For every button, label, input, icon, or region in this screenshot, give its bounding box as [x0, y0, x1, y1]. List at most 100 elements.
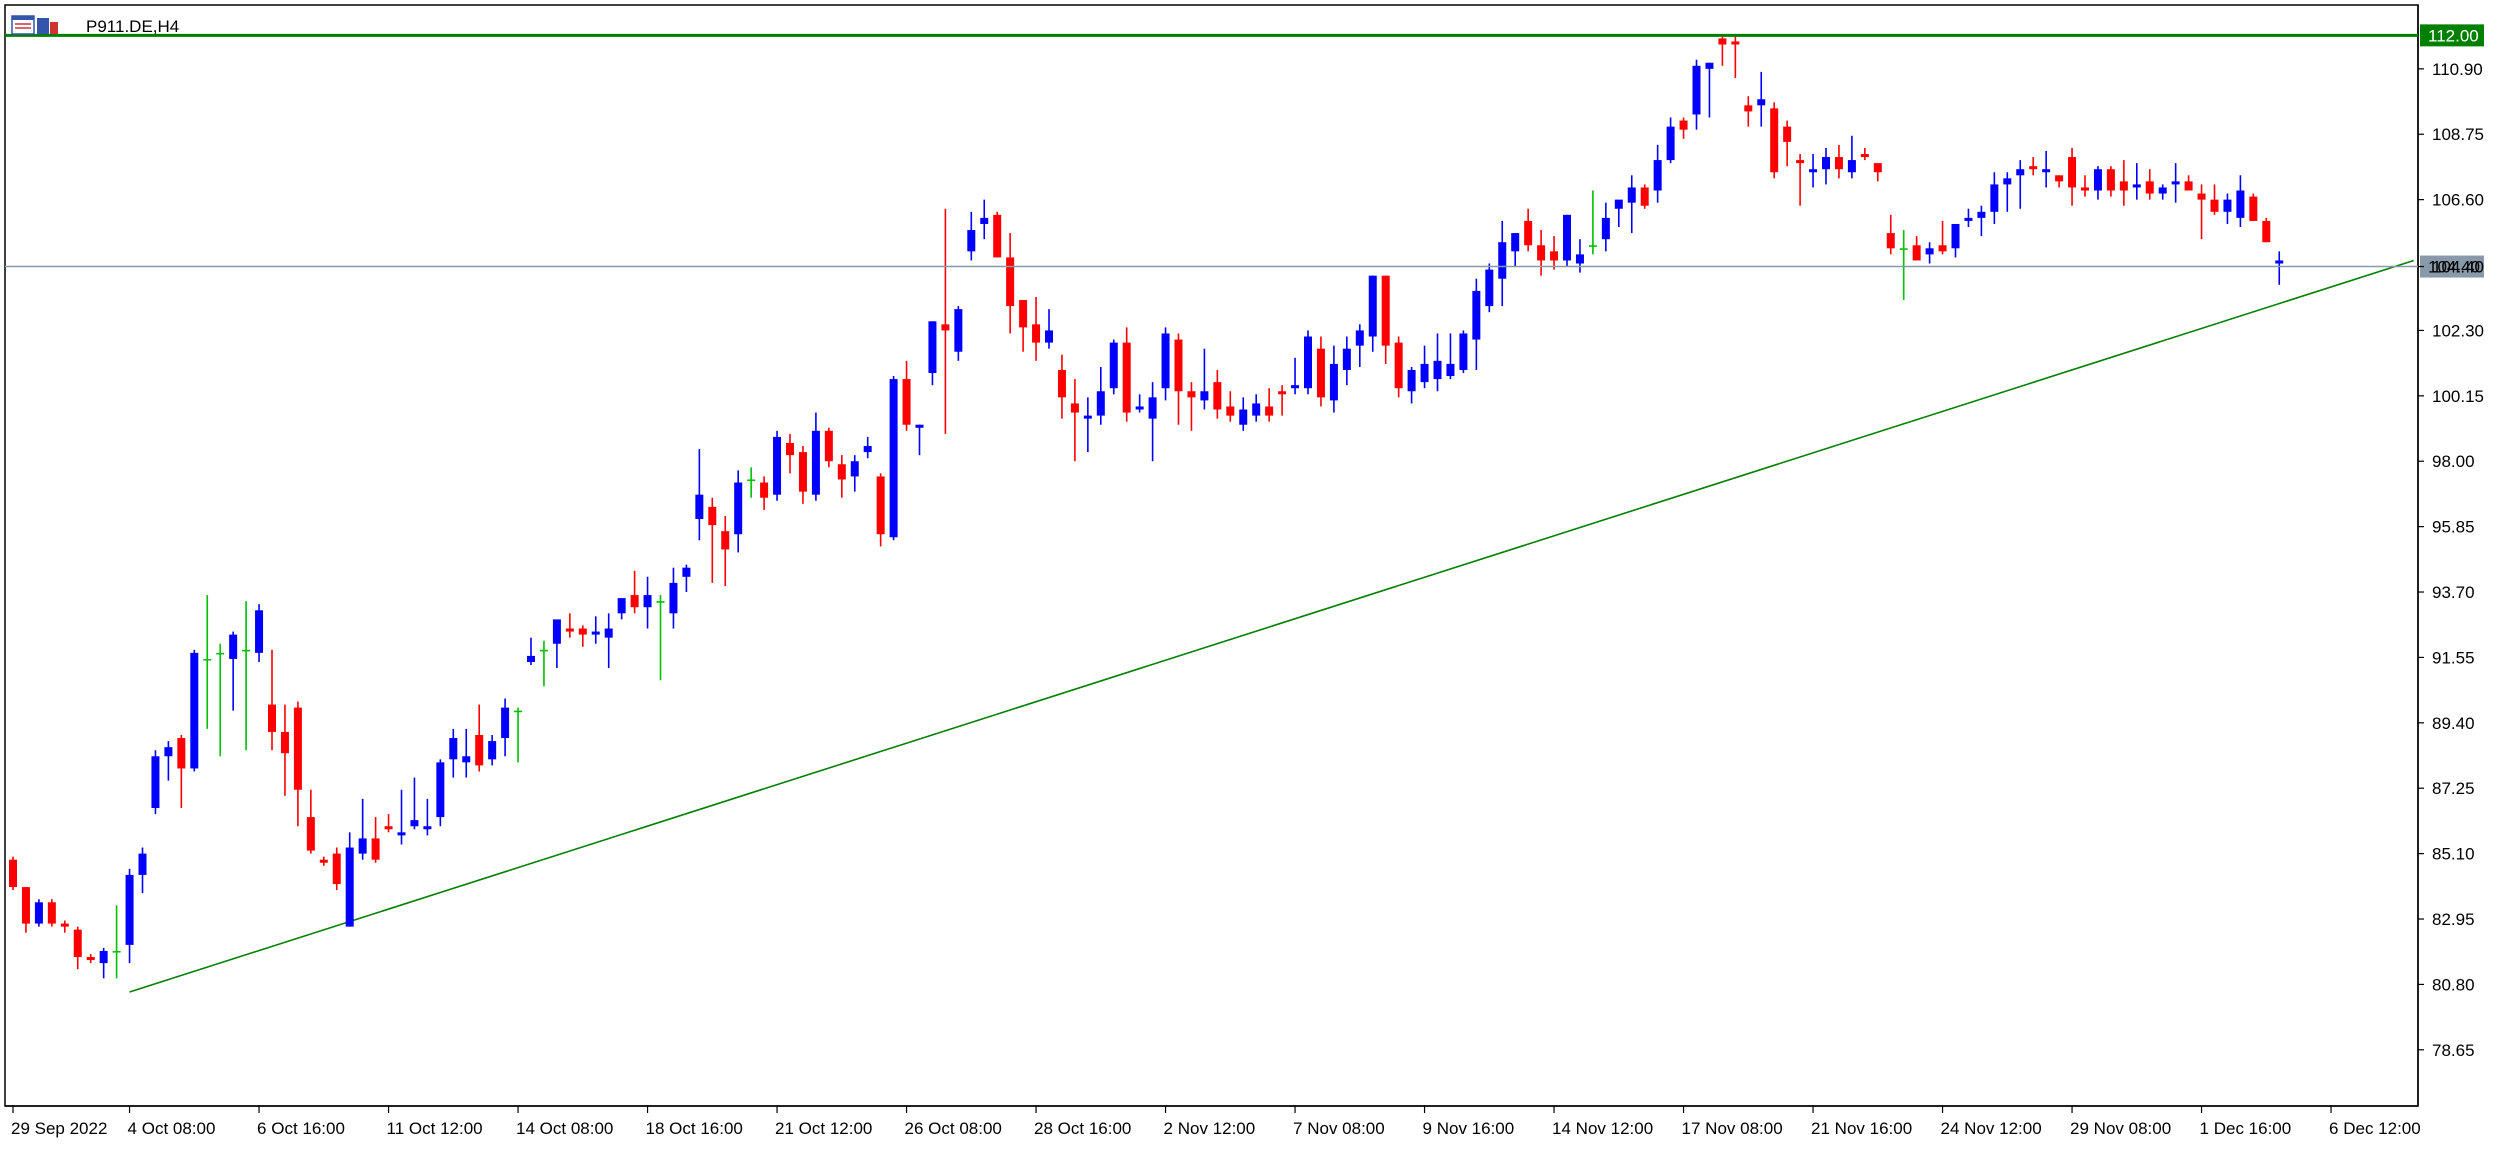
candle: [319, 856, 328, 866]
candle: [1614, 199, 1623, 228]
candle-body: [1524, 220, 1533, 246]
candle: [358, 798, 367, 860]
candle: [1407, 366, 1416, 404]
candle: [2003, 172, 2012, 212]
y-tick-label: 82.95: [2432, 910, 2475, 929]
candle-body: [1511, 233, 1520, 252]
candle: [514, 707, 523, 763]
candle: [1679, 117, 1688, 139]
candle-body: [2081, 187, 2089, 191]
candle: [954, 306, 963, 361]
candle-body: [1109, 342, 1118, 389]
candle: [578, 625, 587, 647]
candle-body: [397, 832, 406, 836]
candle: [99, 947, 108, 979]
candle: [798, 446, 807, 504]
x-tick-label: 14 Oct 08:00: [516, 1119, 613, 1138]
candle-body: [798, 452, 807, 492]
candle-body: [9, 859, 17, 888]
candle-body: [1446, 363, 1455, 377]
candle: [1381, 275, 1390, 364]
candle-body: [371, 838, 380, 860]
candle-body: [60, 923, 69, 927]
x-tick-label: 6 Oct 16:00: [257, 1119, 345, 1138]
candlestick-chart[interactable]: 112.00 104.40 110.90 108.75 106.60 104.40 102…: [0, 0, 2520, 1154]
candle-body: [2197, 193, 2206, 200]
x-tick-label: 17 Nov 08:00: [1682, 1119, 1783, 1138]
candle-body: [1822, 157, 1830, 170]
candle-body: [1200, 391, 1209, 401]
candle: [1860, 147, 1869, 161]
candle-body: [1161, 333, 1170, 389]
y-tick-label: 102.30: [2432, 321, 2484, 340]
candle-body: [1537, 245, 1546, 261]
candle-body: [268, 704, 276, 732]
candle-body: [915, 424, 924, 428]
candle: [203, 595, 212, 729]
candle-body: [1757, 99, 1766, 106]
candle-body: [2093, 169, 2102, 191]
candle: [2145, 169, 2154, 200]
x-tick-label: 7 Nov 08:00: [1293, 1119, 1385, 1138]
candle-body: [1265, 406, 1274, 416]
candle: [2197, 184, 2206, 240]
candle: [60, 920, 69, 933]
y-tick-label: 98.00: [2432, 452, 2475, 471]
candle: [565, 613, 574, 638]
candle-body: [721, 531, 730, 550]
candle-body: [1770, 108, 1779, 173]
candle-body: [1951, 223, 1960, 249]
candle-body: [1174, 339, 1183, 392]
candle-body: [1045, 330, 1053, 343]
candle: [216, 643, 225, 757]
candle-body: [928, 321, 937, 374]
x-tick-label: 21 Oct 12:00: [775, 1119, 872, 1138]
candle-body: [2275, 260, 2284, 264]
candle: [850, 455, 859, 492]
candle-body: [2210, 199, 2219, 212]
candle-body: [539, 649, 548, 652]
candle: [397, 789, 406, 845]
candle: [2210, 184, 2219, 215]
candle: [1757, 71, 1766, 127]
candle-body: [1809, 169, 1818, 173]
candle-body: [2132, 184, 2141, 188]
chart-window[interactable]: 112.00 104.40 110.90 108.75 106.60 104.40 102…: [0, 0, 2520, 1154]
x-tick-label: 11 Oct 12:00: [387, 1119, 483, 1138]
candle: [1575, 239, 1584, 273]
candle-body: [1834, 157, 1843, 170]
candle: [306, 789, 315, 854]
candle: [1265, 388, 1274, 422]
candle: [229, 631, 238, 711]
candle: [1252, 394, 1261, 422]
candle: [1511, 233, 1520, 267]
candle-body: [255, 610, 264, 653]
candle: [967, 211, 976, 261]
y-tick-label: 108.75: [2432, 125, 2484, 144]
x-tick-label: 29 Nov 08:00: [2070, 1119, 2171, 1138]
candle-body: [1912, 245, 1921, 261]
candle-body: [436, 762, 445, 818]
candle: [1083, 397, 1092, 453]
candle-body: [345, 847, 354, 927]
support-trendline[interactable]: [129, 259, 2414, 993]
candle-body: [2119, 181, 2128, 191]
y-tick-label: 106.60: [2432, 191, 2484, 210]
candle: [1213, 369, 1222, 419]
candle: [1342, 336, 1351, 386]
candle: [643, 576, 652, 629]
x-tick-label: 14 Nov 12:00: [1552, 1119, 1653, 1138]
candle: [1446, 333, 1455, 380]
candle: [682, 564, 691, 593]
candle: [1329, 345, 1338, 413]
candle: [475, 704, 484, 772]
candle-body: [565, 628, 574, 632]
chart-window-icon[interactable]: [11, 15, 58, 35]
y-tick-label: 78.65: [2432, 1041, 2475, 1060]
candle: [1990, 172, 1999, 224]
candle-body: [1070, 403, 1079, 413]
x-tick-label: 1 Dec 16:00: [2200, 1119, 2292, 1138]
candle-body: [99, 950, 108, 964]
candle: [1524, 208, 1533, 252]
candle: [876, 473, 885, 547]
